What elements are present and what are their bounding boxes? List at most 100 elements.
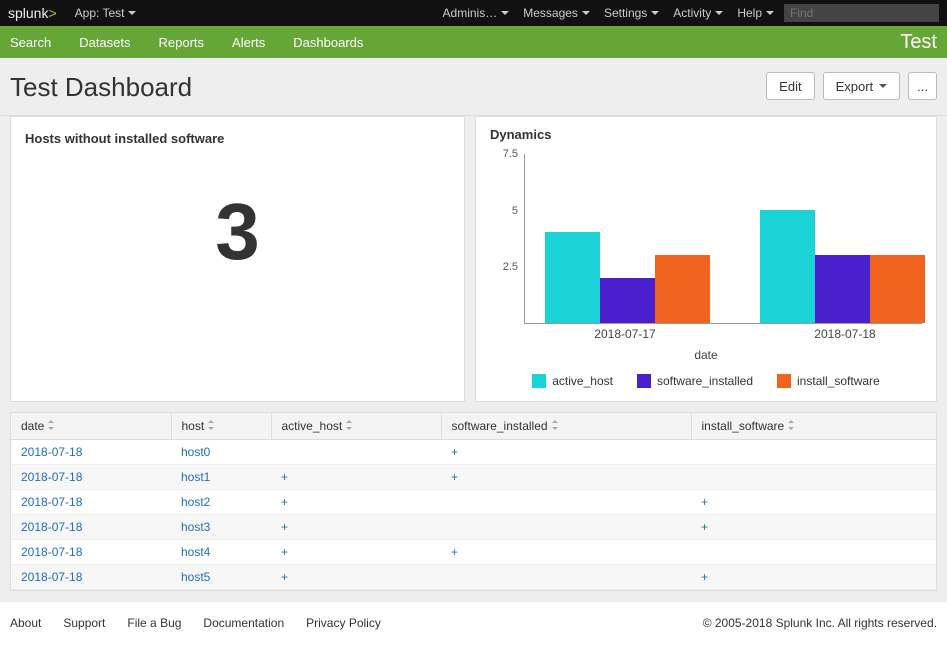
dashboard-header: Test Dashboard Edit Export ... [0,58,947,116]
more-button[interactable]: ... [908,72,937,100]
app-switcher-label: App: Test [75,6,125,20]
col-host[interactable]: host [171,413,271,440]
cell-active-host[interactable] [271,440,441,465]
legend-item-install-software[interactable]: install_software [777,374,880,388]
single-value: 3 [25,186,450,278]
th-label: software_installed [452,419,548,433]
footer-documentation[interactable]: Documentation [203,616,284,630]
cell-install-software[interactable]: + [691,490,936,515]
y-tick: 2.5 [503,261,518,273]
app-switcher[interactable]: App: Test [75,6,137,20]
cell-software-installed[interactable] [441,490,691,515]
bar-active-host[interactable] [760,210,815,323]
bar-install-software[interactable] [655,255,710,323]
chart-legend: active_host software_installed install_s… [490,374,922,388]
chevron-down-icon [879,84,887,88]
find-input[interactable] [784,4,939,22]
cell-software-installed[interactable]: + [441,465,691,490]
col-date[interactable]: date [11,413,171,440]
menu-activity[interactable]: Activity [673,6,723,20]
cell-host[interactable]: host3 [171,515,271,540]
chevron-down-icon [501,11,509,15]
swatch-icon [637,374,651,388]
menu-messages[interactable]: Messages [523,6,590,20]
legend-label: install_software [797,374,880,388]
cell-host[interactable]: host4 [171,540,271,565]
cell-date[interactable]: 2018-07-18 [11,440,171,465]
cell-active-host[interactable]: + [271,515,441,540]
table-row[interactable]: 2018-07-18host5++ [11,565,936,590]
footer-copyright: © 2005-2018 Splunk Inc. All rights reser… [703,616,937,630]
bar-software-installed[interactable] [600,278,655,323]
th-label: date [21,419,44,433]
chevron-down-icon [715,11,723,15]
footer-file-a-bug[interactable]: File a Bug [127,616,181,630]
menu-label: Activity [673,6,711,20]
cell-software-installed[interactable]: + [441,540,691,565]
cell-active-host[interactable]: + [271,540,441,565]
cell-date[interactable]: 2018-07-18 [11,465,171,490]
cell-install-software[interactable]: + [691,565,936,590]
cell-date[interactable]: 2018-07-18 [11,515,171,540]
nav-datasets[interactable]: Datasets [79,35,130,50]
cell-host[interactable]: host1 [171,465,271,490]
footer-support[interactable]: Support [63,616,105,630]
x-tick: 2018-07-18 [814,323,875,341]
cell-software-installed[interactable] [441,515,691,540]
menu-help[interactable]: Help [737,6,774,20]
bar-install-software[interactable] [870,255,925,323]
col-active-host[interactable]: active_host [271,413,441,440]
cell-install-software[interactable] [691,540,936,565]
menu-label: Messages [523,6,578,20]
menu-label: Help [737,6,762,20]
chart-plot: 7.5 5 2.5 2018-07-17 [490,154,922,324]
plot-area[interactable]: 2018-07-17 2018-07-18 [524,154,922,324]
legend-label: software_installed [657,374,753,388]
cell-install-software[interactable]: + [691,515,936,540]
cell-date[interactable]: 2018-07-18 [11,540,171,565]
cell-host[interactable]: host2 [171,490,271,515]
legend-item-software-installed[interactable]: software_installed [637,374,753,388]
cell-date[interactable]: 2018-07-18 [11,565,171,590]
cell-date[interactable]: 2018-07-18 [11,490,171,515]
table-row[interactable]: 2018-07-18host0 + [11,440,936,465]
menu-settings[interactable]: Settings [604,6,659,20]
table-row[interactable]: 2018-07-18host2++ [11,490,936,515]
cell-software-installed[interactable] [441,565,691,590]
cell-active-host[interactable]: + [271,465,441,490]
legend-item-active-host[interactable]: active_host [532,374,613,388]
bar-active-host[interactable] [545,232,600,323]
edit-button[interactable]: Edit [766,72,814,100]
nav-reports[interactable]: Reports [159,35,205,50]
table-row[interactable]: 2018-07-18host3++ [11,515,936,540]
table-row[interactable]: 2018-07-18host1++ [11,465,936,490]
logo[interactable]: splunk> [8,5,57,21]
footer-links: About Support File a Bug Documentation P… [10,616,381,630]
nav-search[interactable]: Search [10,35,51,50]
cell-install-software[interactable] [691,440,936,465]
bar-software-installed[interactable] [815,255,870,323]
swatch-icon [532,374,546,388]
app-navbar: Search Datasets Reports Alerts Dashboard… [0,26,947,58]
col-install-software[interactable]: install_software [691,413,936,440]
footer: About Support File a Bug Documentation P… [0,601,947,648]
y-axis: 7.5 5 2.5 [490,154,524,324]
logo-gt: > [48,5,56,21]
cell-install-software[interactable] [691,465,936,490]
cell-active-host[interactable]: + [271,565,441,590]
cell-active-host[interactable]: + [271,490,441,515]
menu-administrator[interactable]: Adminis… [443,6,510,20]
col-software-installed[interactable]: software_installed [441,413,691,440]
th-label: active_host [282,419,343,433]
chevron-down-icon [766,11,774,15]
export-button[interactable]: Export [823,72,901,100]
nav-dashboards[interactable]: Dashboards [293,35,363,50]
table-row[interactable]: 2018-07-18host4++ [11,540,936,565]
cell-software-installed[interactable]: + [441,440,691,465]
menu-label: Settings [604,6,647,20]
nav-alerts[interactable]: Alerts [232,35,265,50]
cell-host[interactable]: host0 [171,440,271,465]
footer-about[interactable]: About [10,616,41,630]
footer-privacy[interactable]: Privacy Policy [306,616,381,630]
cell-host[interactable]: host5 [171,565,271,590]
